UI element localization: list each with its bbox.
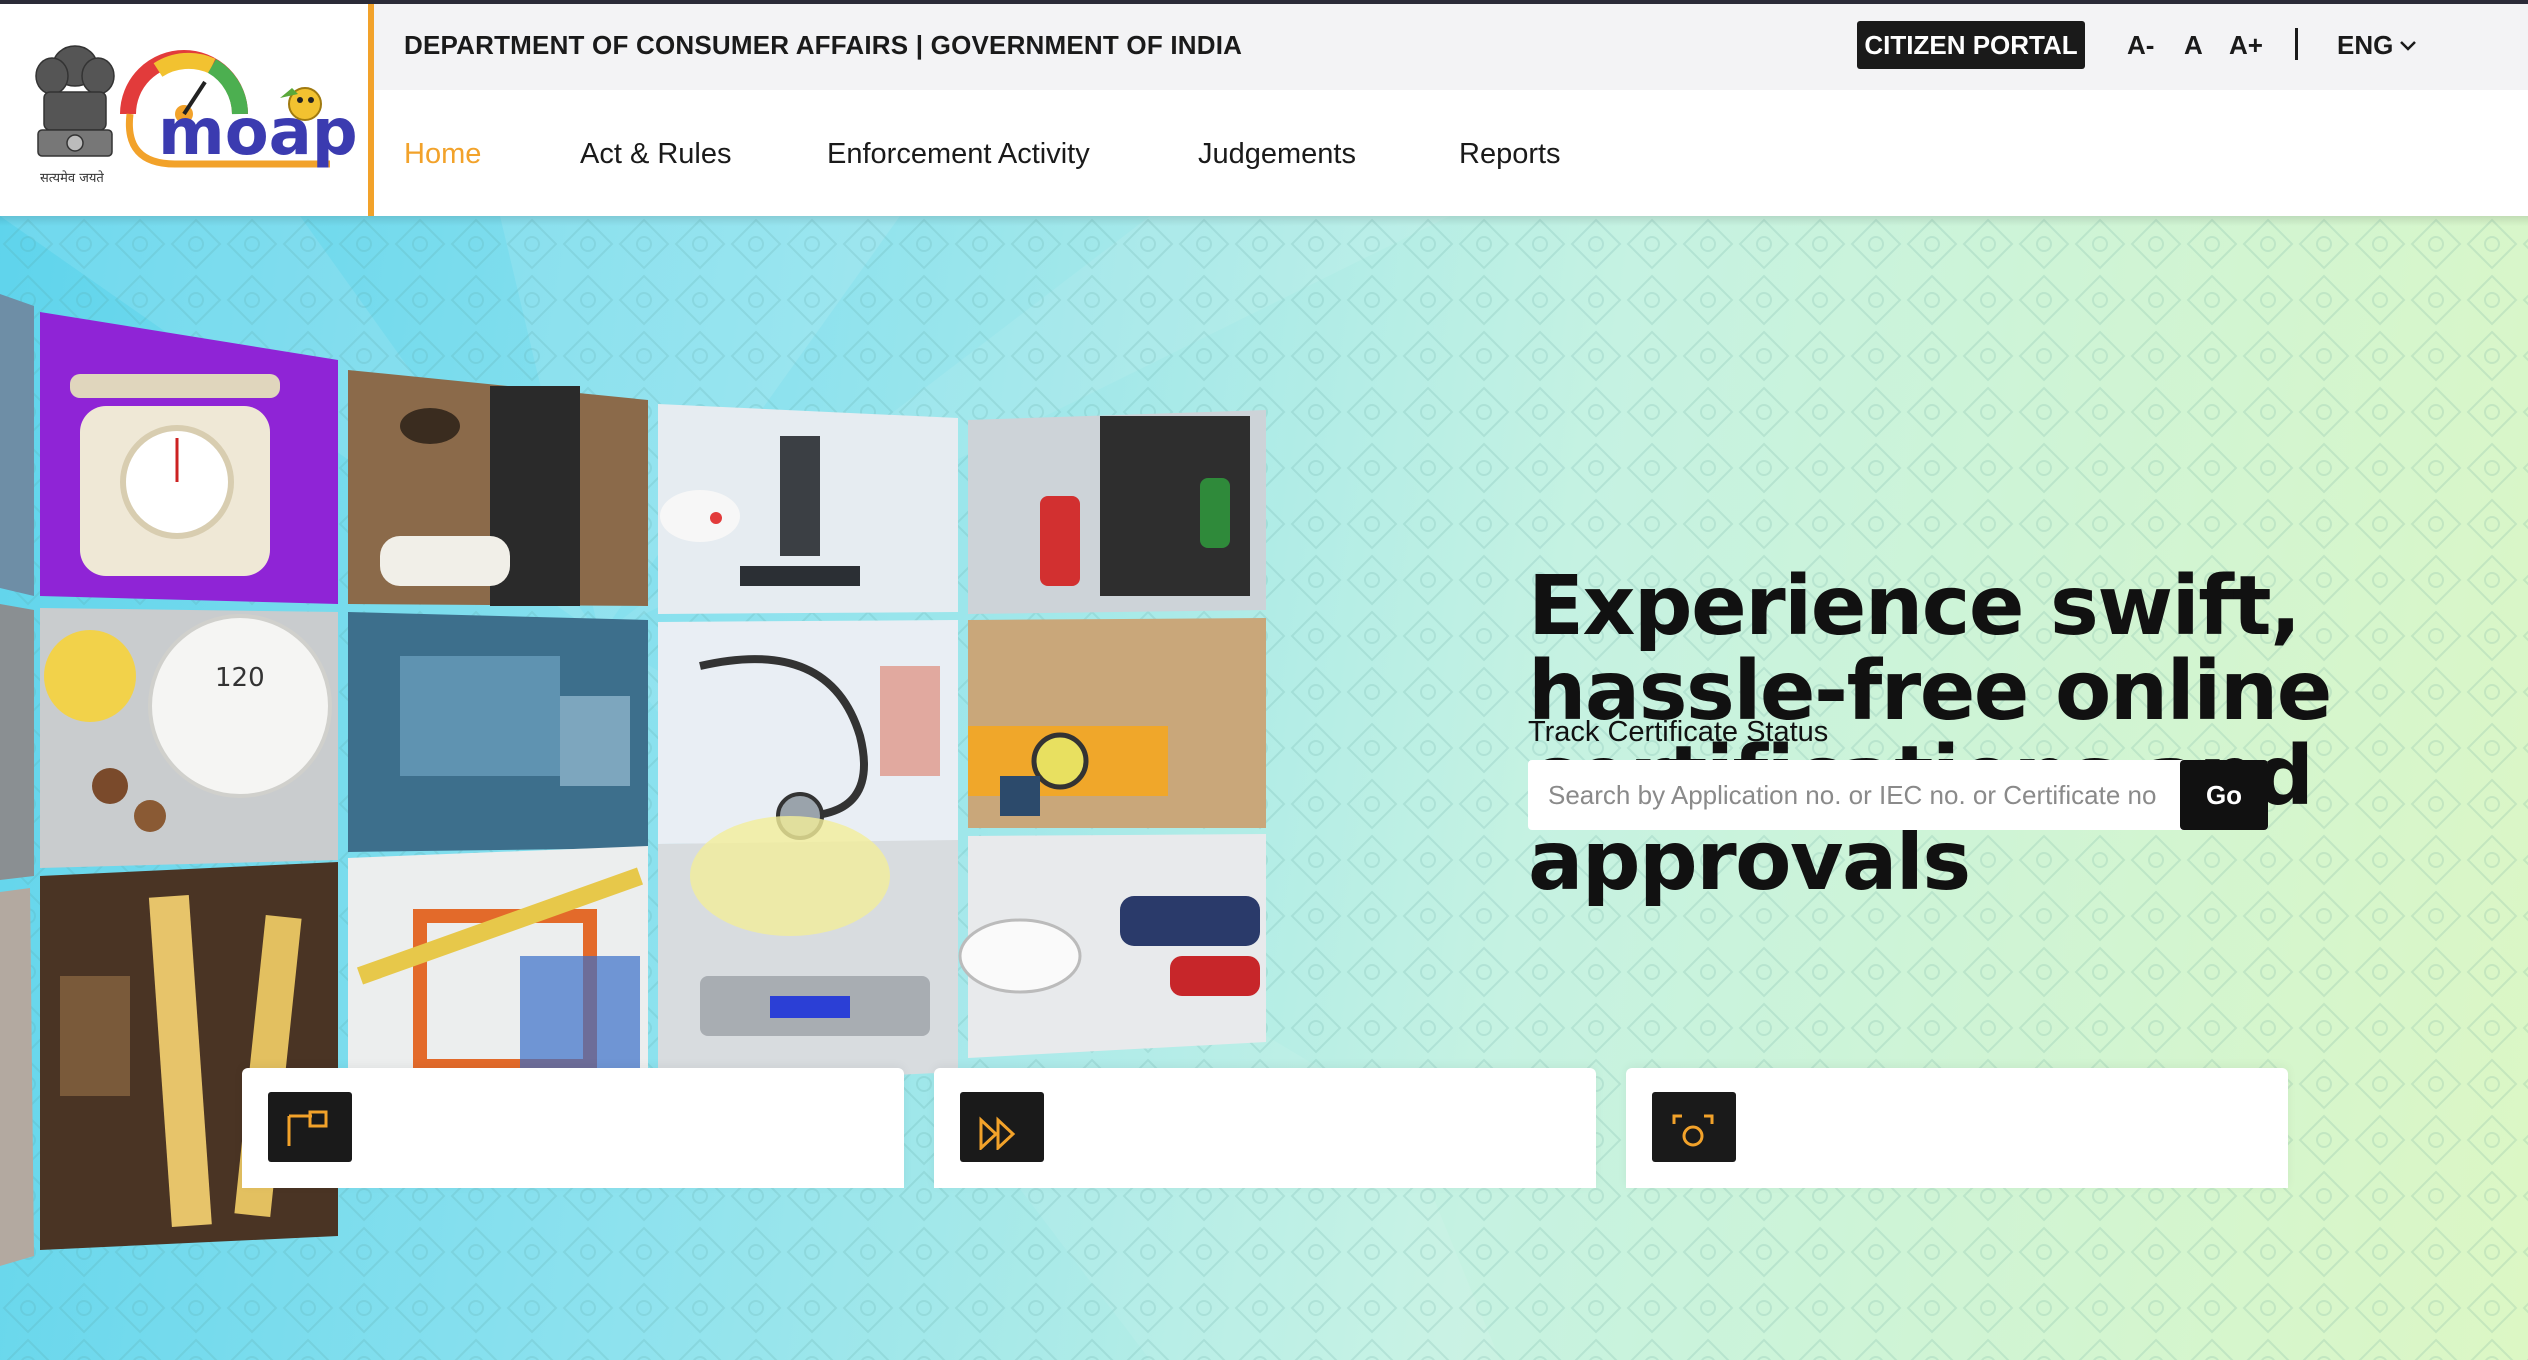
emblem-motto: सत्यमेव जयते (40, 170, 104, 186)
moap-logo: moap (120, 50, 358, 170)
emblem-and-logo: सत्यमेव जयते moap (35, 45, 358, 186)
digital-scale-image (658, 816, 958, 1086)
fast-forward-icon (979, 1116, 1016, 1150)
nav-judgements[interactable]: Judgements (1198, 138, 1356, 171)
font-increase-button[interactable]: A+ (2229, 30, 2263, 61)
language-selector[interactable]: ENG (2337, 30, 2417, 61)
fuel-pump-image (968, 410, 1266, 614)
stethoscope-image (658, 620, 958, 844)
national-emblem-icon (35, 45, 115, 157)
car-showroom-image (958, 834, 1266, 1058)
card-icon-box (268, 1092, 352, 1162)
card-icon-box (960, 1092, 1044, 1162)
laptop-document-image (348, 612, 648, 852)
application-icon (287, 1110, 328, 1146)
language-label: ENG (2337, 30, 2394, 60)
svg-text:120: 120 (215, 663, 265, 693)
measuring-rulers-image (40, 862, 338, 1250)
toolbar-divider (2295, 28, 2298, 60)
nav-act-rules[interactable]: Act & Rules (580, 138, 732, 171)
go-button[interactable]: Go (2180, 760, 2268, 830)
certificate-search-input[interactable] (1528, 760, 2178, 830)
nav-reports[interactable]: Reports (1459, 138, 1561, 171)
weighing-scale-dial-image: 120 (40, 608, 338, 868)
track-status-label: Track Certificate Status (1528, 716, 1829, 748)
nav-enforcement-activity[interactable]: Enforcement Activity (827, 138, 1090, 171)
collage-edge-tile (0, 604, 34, 880)
feature-card[interactable] (242, 1068, 904, 1188)
chevron-down-icon (2400, 40, 2417, 51)
card-icon-box (1652, 1092, 1736, 1162)
collage-edge-tile (0, 888, 34, 1266)
feature-card[interactable] (1626, 1068, 2288, 1188)
header-shadow (0, 216, 2528, 226)
kitchen-scale-icon (40, 312, 338, 604)
spirit-level-image (968, 618, 1266, 828)
collage-edge-tile (0, 294, 34, 596)
restaurant-service-image (348, 370, 648, 606)
citizen-portal-button[interactable]: CITIZEN PORTAL (1857, 21, 2085, 69)
logo-area[interactable]: सत्यमेव जयते moap (0, 4, 370, 216)
department-title: DEPARTMENT OF CONSUMER AFFAIRS | GOVERNM… (404, 30, 1243, 60)
font-decrease-button[interactable]: A- (2127, 30, 2154, 61)
face-scan-icon (1672, 1114, 1714, 1147)
font-reset-button[interactable]: A (2184, 30, 2203, 61)
feature-card[interactable] (934, 1068, 1596, 1188)
logo-text: moap (158, 96, 358, 170)
microscope-lab-image (658, 404, 958, 614)
nav-home[interactable]: Home (404, 138, 481, 171)
search-box (1528, 760, 2268, 830)
